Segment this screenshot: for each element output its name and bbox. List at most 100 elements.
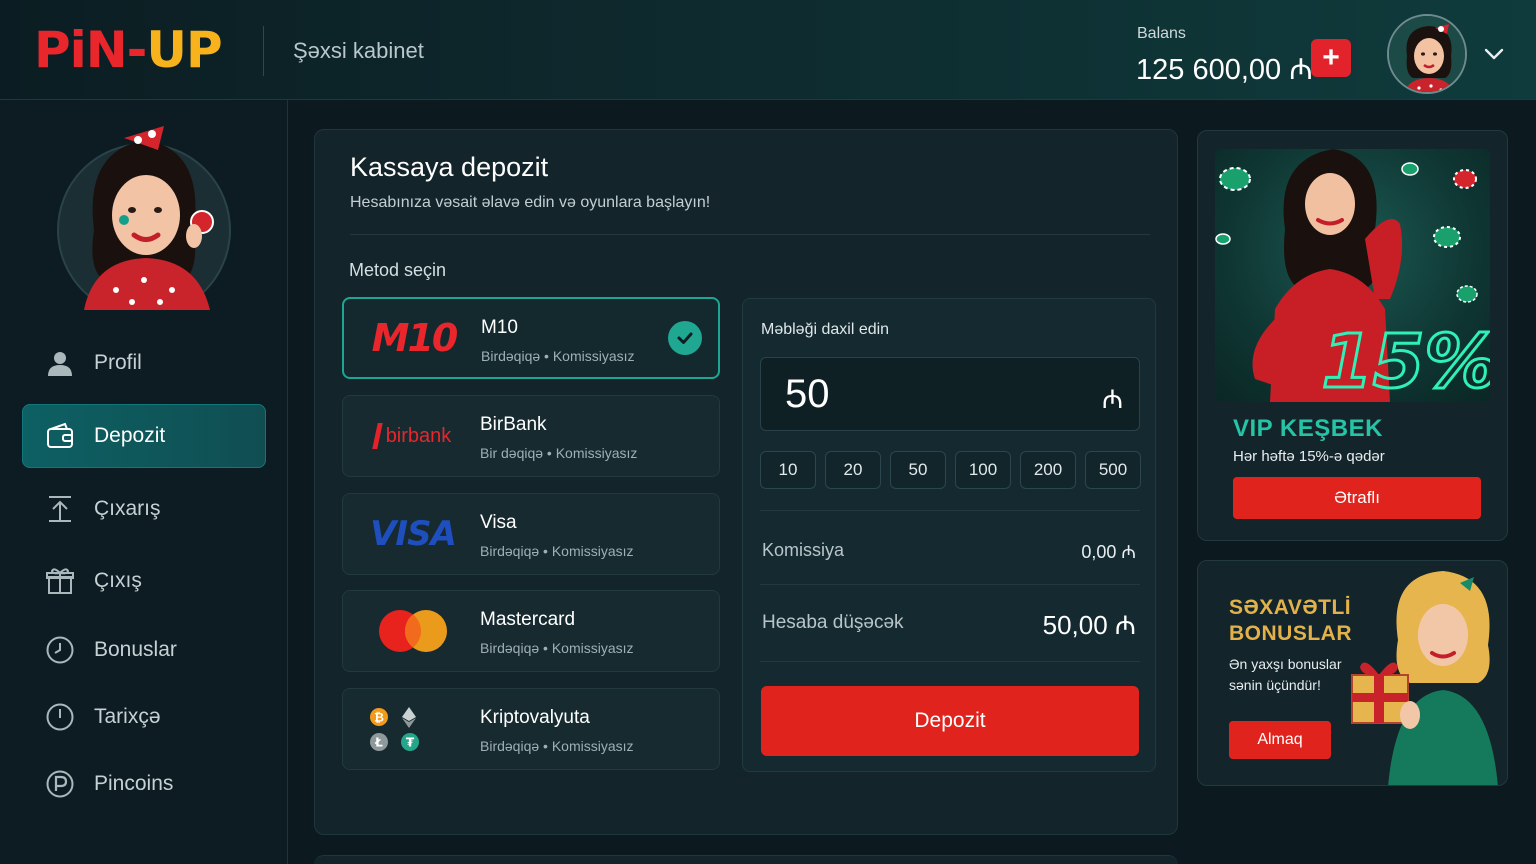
preset-chip[interactable]: 500 [1085,451,1141,489]
m10-logo: M10 [371,316,459,360]
mastercard-icon [363,591,463,671]
preset-chip[interactable]: 10 [760,451,816,489]
sidebar-item-label: Depozit [94,424,166,447]
clock-icon [44,634,76,666]
ethereum-icon [402,707,416,728]
method-sub: Birdəqiqə • Komissiyasız [480,738,634,754]
credit-label: Hesaba düşəcək [762,612,904,633]
method-visa[interactable]: VISA Visa Birdəqiqə • Komissiyasız [342,493,720,575]
sidebar-item-profil[interactable]: Profil [22,331,266,395]
sidebar-item-label: Çıxarış [94,497,161,520]
method-birbank[interactable]: birbank BirBank Bir dəqiqə • Komissiyası… [342,395,720,477]
sidebar-item-pincoins[interactable]: Pincoins [22,752,266,816]
next-panel-edge [314,855,1178,864]
deposit-title: Kassaya depozit [350,152,549,182]
crypto-icons: ₿ Ł ₮ [363,689,463,769]
gift-icon [44,565,76,597]
pinup-girl-avatar-icon [1389,16,1465,92]
vip-cashback-title: VIP KEŞBEK [1233,415,1383,442]
preset-chip[interactable]: 200 [1020,451,1076,489]
sidebar-item-label: Pincoins [94,772,174,795]
method-name: Kriptovalyuta [480,707,590,728]
amount-panel: Məbləği daxil edin 50 ₼ 10 20 50 100 200… [742,298,1156,772]
page-title: Şəxsi kabinet [293,38,424,63]
svg-text:₮: ₮ [406,736,415,750]
amount-label: Məbləği daxil edin [761,321,890,338]
logo-up: UP [146,21,222,79]
sidebar-item-bonuslar[interactable]: Bonuslar [22,618,266,682]
user-icon [44,347,76,379]
visa-logo: VISA [370,514,457,554]
vip-details-button[interactable]: Ətraflı [1233,477,1481,519]
method-name: Mastercard [480,609,576,630]
logo-pin: PiN [34,21,128,79]
sidebar-item-label: Tarixçə [94,705,161,728]
pinup-logo[interactable]: PiN-UP [34,21,223,79]
balance-label: Balans [1137,25,1186,42]
bitcoin-icon: ₿ [370,708,388,726]
deposit-button[interactable]: Depozit [761,686,1139,756]
method-m10[interactable]: M10 M10 Birdəqiqə • Komissiyasız [342,297,720,379]
preset-chip[interactable]: 20 [825,451,881,489]
bonus-girl-with-gift-icon [1351,571,1498,785]
amount-input[interactable]: 50 ₼ [760,357,1140,431]
method-sub: Birdəqiqə • Komissiyasız [480,543,634,559]
logo-dash: - [126,21,148,79]
plus-icon: + [1322,41,1340,74]
history-icon [44,701,76,733]
wallet-icon [44,420,76,452]
sidebar-item-label: Çıxış [94,569,142,592]
preset-chip[interactable]: 100 [955,451,1011,489]
svg-text:Ł: Ł [374,736,383,750]
commission-value: 0,00 ₼ [1081,542,1136,562]
coin-p-icon [44,768,76,800]
divider [350,234,1150,235]
sidebar-avatar [54,120,234,317]
method-label: Metod seçin [349,260,447,280]
preset-chip[interactable]: 50 [890,451,946,489]
get-bonus-button[interactable]: Almaq [1229,721,1331,759]
sidebar-item-cixaris[interactable]: Çıxarış [22,477,266,541]
svg-text:15%: 15% [1321,319,1490,402]
amount-value: 50 [785,372,830,416]
divider [760,510,1140,511]
vip-cashback-card: 15% VIP KEŞBEK Hər həftə 15%-ə qədər Ətr… [1197,130,1508,541]
generous-bonus-card: SƏXAVƏTLİ BONUSLAR Ən yaxşı bonuslar sən… [1197,560,1508,786]
add-balance-button[interactable]: + [1311,39,1351,77]
litecoin-icon: Ł [370,733,388,751]
deposit-panel: Kassaya depozit Hesabınıza vəsait əlavə … [314,129,1178,835]
title-line-2: BONUSLAR [1229,622,1352,645]
sidebar-item-label: Bonuslar [94,638,177,661]
credit-value: 50,00 ₼ [1042,610,1136,640]
sidebar-item-depozit[interactable]: Depozit [22,404,266,468]
divider [760,584,1140,585]
sidebar: Profil Depozit Çıxarış Çıxış Bonuslar Ta… [0,100,288,864]
commission-label: Komissiya [762,540,845,560]
user-avatar[interactable] [1387,14,1467,94]
bonus-girl-illustration [1348,565,1507,785]
vip-cashback-illustration-icon: 15% [1215,149,1490,402]
deposit-subtitle: Hesabınıza vəsait əlavə edin və oyunlara… [350,194,711,211]
header-divider [263,26,264,76]
page-root: { "header": { "logo": {"pin": "PiN", "da… [0,0,1536,864]
top-header: PiN-UP Şəxsi kabinet Balans 125 600,00 ₼… [0,0,1536,100]
currency-symbol: ₼ [1101,384,1123,414]
check-icon [668,321,702,355]
balance-value: 125 600,00 ₼ [1136,54,1313,86]
method-sub: Birdəqiqə • Komissiyasız [480,640,634,656]
sidebar-item-cixis[interactable]: Çıxış [22,549,266,613]
vip-cashback-banner[interactable]: 15% [1215,149,1490,402]
method-crypto[interactable]: ₿ Ł ₮ Kriptovalyuta Birdəqiqə • Komissiy… [342,688,720,770]
upload-icon [44,493,76,525]
sidebar-item-tarixce[interactable]: Tarixçə [22,685,266,749]
chevron-down-icon[interactable] [1482,42,1506,66]
method-name: BirBank [480,414,547,435]
method-mastercard[interactable]: Mastercard Birdəqiqə • Komissiyasız [342,590,720,672]
sidebar-item-label: Profil [94,351,142,374]
svg-text:₿: ₿ [374,711,384,725]
pinup-girl-illustration-icon [57,126,231,317]
method-sub: Bir dəqiqə • Komissiyasız [480,445,638,461]
method-name: M10 [481,317,518,338]
method-name: Visa [480,512,517,533]
vip-cashback-subtitle: Hər həftə 15%-ə qədər [1233,448,1385,465]
